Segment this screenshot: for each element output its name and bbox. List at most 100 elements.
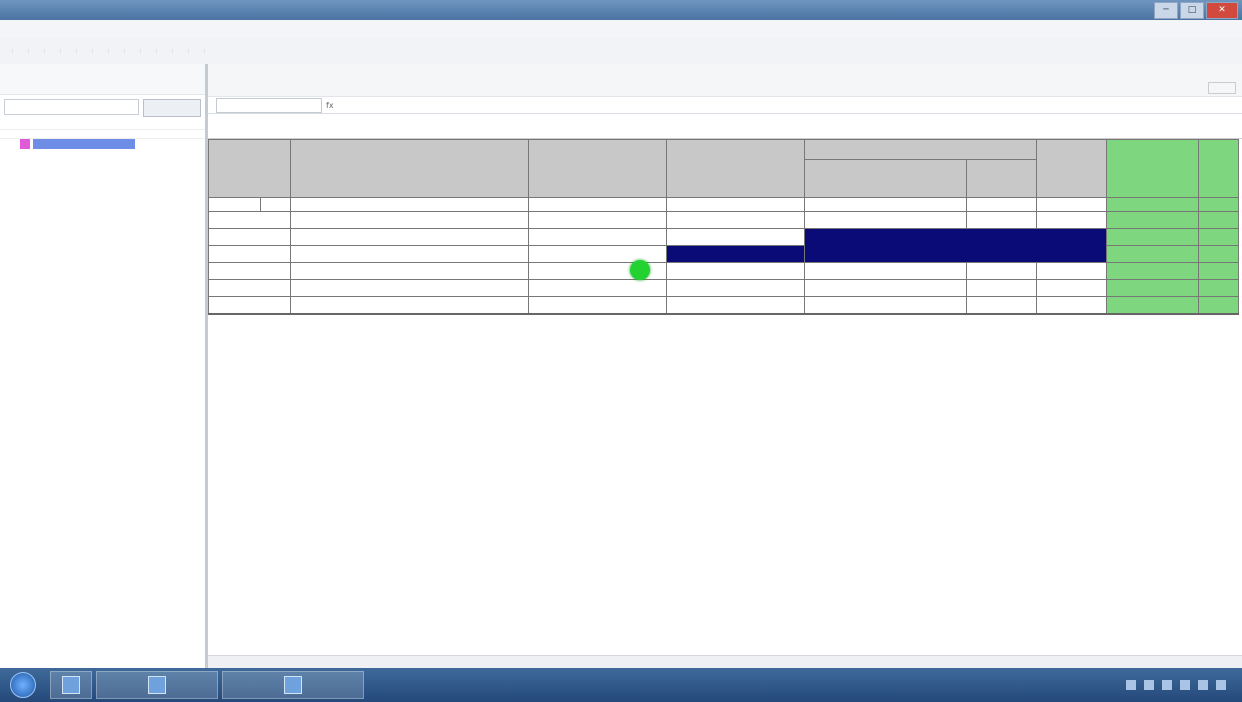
- table-cell[interactable]: [1036, 211, 1107, 229]
- menu-item[interactable]: [40, 20, 60, 38]
- table-cell[interactable]: [1036, 262, 1107, 280]
- table-subheader[interactable]: [966, 159, 1037, 198]
- menu-item[interactable]: [80, 20, 100, 38]
- index-cell[interactable]: [290, 197, 529, 212]
- index-cell[interactable]: [208, 197, 261, 212]
- taskbar-app-button[interactable]: [96, 671, 218, 699]
- toolbar-button[interactable]: [128, 49, 141, 53]
- toolbar-button[interactable]: [192, 49, 205, 53]
- table-cell[interactable]: [666, 279, 805, 297]
- toolbar-button[interactable]: [48, 49, 61, 53]
- menu-item[interactable]: [20, 20, 40, 38]
- table-cell[interactable]: [1106, 279, 1199, 297]
- table-cell[interactable]: [290, 262, 529, 280]
- toolbar-button[interactable]: [64, 49, 77, 53]
- tray-icon[interactable]: [1198, 680, 1208, 690]
- table-cell[interactable]: [208, 279, 291, 297]
- table-cell[interactable]: [1198, 211, 1239, 229]
- search-input[interactable]: [4, 99, 140, 115]
- table-cell[interactable]: [1198, 279, 1239, 297]
- table-cell[interactable]: [208, 296, 291, 315]
- toolbar-button[interactable]: [96, 49, 109, 53]
- table-cell[interactable]: [1198, 296, 1239, 315]
- taskbar-app-button[interactable]: [50, 671, 92, 699]
- table-cell[interactable]: [208, 245, 291, 263]
- highlighted-header[interactable]: [1198, 139, 1239, 198]
- table-cell[interactable]: [1036, 296, 1107, 315]
- table-cell[interactable]: [290, 296, 529, 315]
- table-group-header[interactable]: [804, 139, 1037, 160]
- table-cell[interactable]: [1106, 296, 1199, 315]
- table-cell[interactable]: [1036, 279, 1107, 297]
- table-cell[interactable]: [1198, 245, 1239, 263]
- tree-item[interactable]: [20, 139, 205, 149]
- close-button[interactable]: ✕: [1206, 2, 1238, 19]
- table-cell[interactable]: [528, 228, 667, 246]
- horizontal-scrollbar[interactable]: [208, 655, 1242, 668]
- table-subheader[interactable]: [804, 159, 967, 198]
- toolbar-button[interactable]: [0, 49, 13, 53]
- index-cell[interactable]: [528, 197, 667, 212]
- table-cell[interactable]: [966, 279, 1037, 297]
- table-header[interactable]: [1036, 139, 1107, 198]
- table-cell[interactable]: [1106, 245, 1199, 263]
- minimize-button[interactable]: ─: [1154, 2, 1178, 19]
- search-button[interactable]: [143, 99, 201, 117]
- panel-toggle[interactable]: [1208, 82, 1236, 94]
- toolbar-button[interactable]: [16, 49, 29, 53]
- table-cell[interactable]: [290, 228, 529, 246]
- toolbar-button[interactable]: [144, 49, 157, 53]
- selected-cell[interactable]: [666, 245, 805, 263]
- toolbar-button[interactable]: [112, 49, 125, 53]
- table-cell[interactable]: [804, 211, 967, 229]
- table-cell[interactable]: [966, 211, 1037, 229]
- menu-item[interactable]: [140, 20, 160, 38]
- table-cell[interactable]: [804, 296, 967, 315]
- table-cell[interactable]: [528, 245, 667, 263]
- table-cell[interactable]: [966, 296, 1037, 315]
- tray-icon[interactable]: [1126, 680, 1136, 690]
- volume-icon[interactable]: [1216, 680, 1226, 690]
- maximize-button[interactable]: □: [1180, 2, 1204, 19]
- blank-header-cell[interactable]: [208, 211, 291, 229]
- table-header[interactable]: [208, 139, 291, 198]
- taskbar-app-button[interactable]: [222, 671, 364, 699]
- table-header[interactable]: [528, 139, 667, 198]
- table-cell[interactable]: [290, 245, 529, 263]
- table-cell[interactable]: [804, 262, 967, 280]
- table-cell[interactable]: [966, 262, 1037, 280]
- table-header[interactable]: [666, 139, 805, 198]
- table-cell[interactable]: [208, 262, 291, 280]
- menu-item[interactable]: [100, 20, 120, 38]
- toolbar-button[interactable]: [160, 49, 173, 53]
- table-header[interactable]: [290, 139, 529, 198]
- table-cell[interactable]: [666, 228, 805, 246]
- index-cell[interactable]: [666, 197, 805, 212]
- index-cell[interactable]: [260, 197, 291, 212]
- table-cell[interactable]: [1106, 228, 1199, 246]
- tray-icon[interactable]: [1162, 680, 1172, 690]
- tray-icon[interactable]: [1144, 680, 1154, 690]
- tray-icon[interactable]: [1180, 680, 1190, 690]
- fx-icon[interactable]: fx: [326, 101, 334, 110]
- table-cell[interactable]: [1198, 228, 1239, 246]
- toolbar-button[interactable]: [32, 49, 45, 53]
- sub-index-cell[interactable]: [290, 211, 529, 229]
- table-cell[interactable]: [290, 279, 529, 297]
- toolbar-button[interactable]: [176, 49, 189, 53]
- selected-range[interactable]: [804, 228, 1107, 263]
- table-cell[interactable]: [1198, 262, 1239, 280]
- table-cell[interactable]: [666, 262, 805, 280]
- table-cell[interactable]: [804, 279, 967, 297]
- index-cell[interactable]: [1106, 197, 1199, 212]
- start-button[interactable]: [0, 668, 46, 702]
- table-cell[interactable]: [528, 296, 667, 315]
- index-cell[interactable]: [804, 197, 967, 212]
- menu-item[interactable]: [0, 20, 20, 38]
- index-cell[interactable]: [966, 197, 1037, 212]
- table-cell[interactable]: [208, 228, 291, 246]
- menu-item[interactable]: [120, 20, 140, 38]
- index-cell[interactable]: [1036, 197, 1107, 212]
- cell-reference-input[interactable]: [216, 97, 322, 113]
- menu-item[interactable]: [60, 20, 80, 38]
